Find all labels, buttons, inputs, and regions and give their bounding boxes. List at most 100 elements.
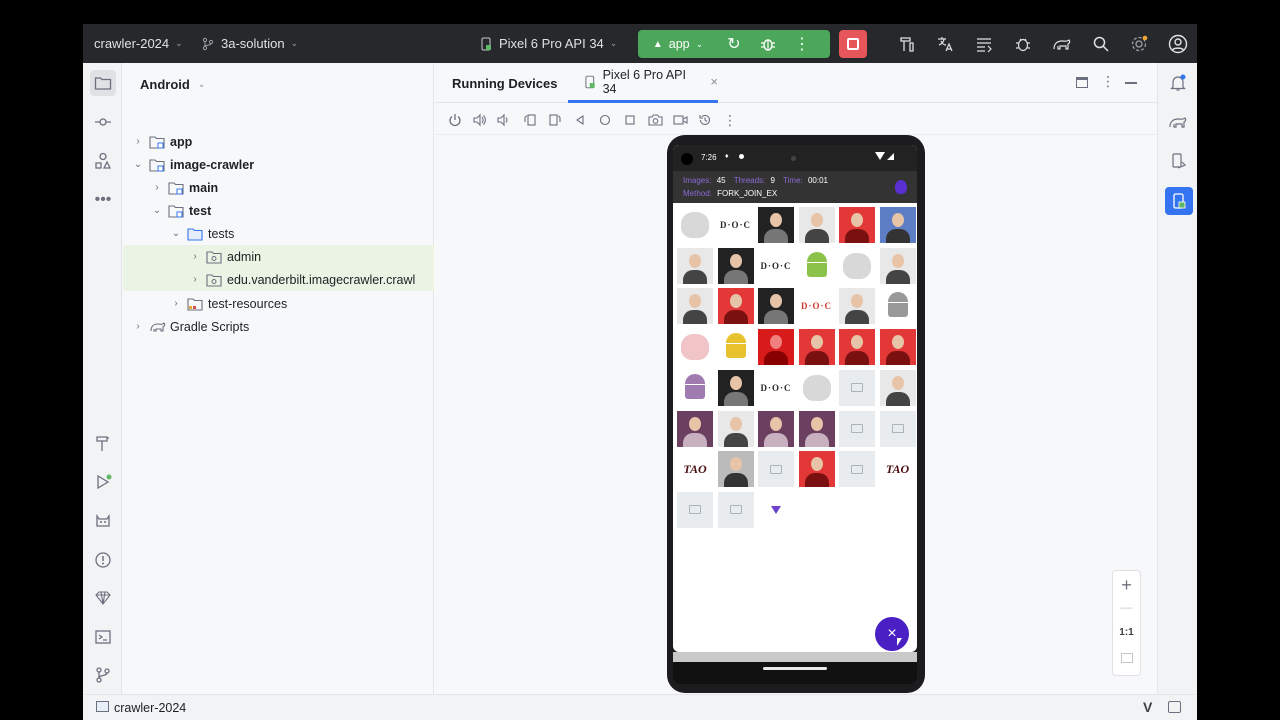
chevron-right-icon[interactable]: › (188, 251, 202, 262)
branch-selector[interactable]: 3a-solution ⌄ (201, 24, 298, 63)
layout-inspector-button[interactable] (973, 33, 995, 55)
rotate-right-button[interactable] (546, 111, 564, 129)
tree-item-tests[interactable]: ⌄ tests (123, 222, 434, 245)
gradle-elephant-icon (1053, 39, 1071, 50)
more-actions-button[interactable]: ⋮ (786, 30, 818, 58)
tab-device[interactable]: Pixel 6 Pro API 34 × (568, 63, 718, 103)
translate-button[interactable] (934, 33, 956, 55)
device-selector[interactable]: Pixel 6 Pro API 34 ⌄ (479, 24, 617, 63)
right-tool-bar (1157, 63, 1197, 694)
volume-down-button[interactable] (494, 111, 512, 129)
close-icon[interactable]: × (710, 74, 718, 89)
rotate-left-button[interactable] (521, 111, 539, 129)
chevron-right-icon[interactable]: › (131, 136, 145, 147)
tree-item-admin[interactable]: › admin (123, 245, 434, 268)
tree-item-label: tests (208, 226, 235, 241)
doc-logo-image: D·O·C (800, 301, 832, 312)
vim-icon[interactable]: V (1143, 699, 1152, 715)
maximize-button[interactable] (1076, 77, 1088, 88)
tree-item-test[interactable]: ⌄ test (123, 199, 434, 222)
home-button[interactable] (596, 111, 614, 129)
power-button[interactable] (446, 111, 464, 129)
more-tools-button[interactable]: ••• (90, 187, 116, 213)
tree-item-test-resources[interactable]: › test-resources (123, 292, 434, 315)
stop-crawl-fab[interactable]: × (875, 617, 909, 651)
status-project-name[interactable]: crawler-2024 (114, 701, 186, 715)
stop-button[interactable] (839, 30, 867, 58)
portrait-image (879, 369, 916, 406)
tree-item-gradle-scripts[interactable]: › Gradle Scripts (123, 315, 434, 338)
zoom-fit-button[interactable] (1121, 653, 1133, 663)
terminal-tool-button[interactable] (90, 624, 116, 650)
overview-button[interactable] (621, 111, 639, 129)
back-button[interactable] (571, 111, 589, 129)
build-tool-button[interactable] (90, 430, 116, 456)
chevron-down-icon[interactable]: ⌄ (150, 205, 164, 216)
chevron-right-icon[interactable]: › (169, 298, 183, 309)
chevron-right-icon[interactable]: › (150, 182, 164, 193)
crawler-stats-header: Images: 45 Threads: 9 Time: 00:01 Method… (673, 171, 917, 203)
logcat-tool-button[interactable] (90, 508, 116, 534)
snapshot-button[interactable] (696, 111, 714, 129)
device-screen[interactable]: 7:26 ♦ Images: 45 Threads: 9 Time: 00:01 (673, 145, 917, 652)
left-tool-bar: ••• (83, 63, 122, 694)
project-tool-button[interactable] (90, 70, 116, 96)
zoom-in-button[interactable]: + (1113, 575, 1140, 596)
resource-manager-button[interactable] (90, 148, 116, 174)
run-config-selector[interactable]: ▲ app ⌄ (638, 30, 718, 58)
zoom-out-button[interactable]: — (1113, 600, 1140, 614)
tree-item-label: Gradle Scripts (170, 319, 250, 334)
debug-button[interactable] (750, 30, 786, 58)
commit-tool-button[interactable] (90, 109, 116, 135)
problems-tool-button[interactable] (90, 547, 116, 573)
chevron-down-icon: ⌄ (197, 79, 206, 89)
options-menu-button[interactable]: ⋮ (1101, 73, 1115, 90)
more-device-actions-button[interactable]: ⋮ (721, 111, 739, 129)
logcat-icon (96, 513, 110, 527)
settings-button[interactable] (1128, 33, 1150, 55)
device-manager-tool-button[interactable] (1165, 148, 1191, 174)
camera-cutout (681, 153, 693, 165)
device-manager-button[interactable] (1051, 33, 1073, 55)
build-toolbar-button[interactable] (896, 33, 918, 55)
chevron-down-icon[interactable]: ⌄ (169, 228, 183, 239)
chevron-down-icon: ⌄ (695, 38, 704, 49)
search-button[interactable] (1090, 33, 1112, 55)
project-view-selector[interactable]: Android ⌄ (140, 77, 205, 92)
tree-item-app[interactable]: › app (123, 130, 434, 153)
kitten-image (677, 329, 713, 365)
screenshot-button[interactable] (646, 111, 664, 129)
images-value: 45 (716, 176, 726, 185)
tree-item-image-crawler[interactable]: ⌄ image-crawler (123, 153, 434, 176)
minimize-button[interactable] (1125, 82, 1137, 84)
threads-value: 9 (770, 176, 775, 185)
app-inspection-button[interactable] (1012, 33, 1034, 55)
volume-up-button[interactable] (470, 111, 488, 129)
notification-dot-icon (739, 154, 744, 159)
running-devices-tool-button[interactable] (1165, 187, 1193, 215)
gemini-tool-button[interactable] (90, 585, 116, 611)
navigation-bar (673, 662, 917, 684)
account-button[interactable] (1167, 33, 1189, 55)
run-tool-button[interactable] (90, 469, 116, 495)
notifications-button[interactable] (1165, 70, 1191, 96)
version-control-button[interactable] (90, 662, 116, 688)
tree-item-edu-vanderbilt-imagecrawler-crawl[interactable]: › edu.vanderbilt.imagecrawler.crawl (123, 268, 434, 291)
project-panel: Android ⌄ › app ⌄ image-crawler › main ⌄ test ⌄ t… (123, 63, 434, 694)
zoom-actual-size-button[interactable]: 1:1 (1113, 627, 1140, 638)
home-gesture-handle[interactable] (763, 667, 827, 670)
screen-record-button[interactable] (671, 111, 689, 129)
location-icon: ♦ (725, 153, 729, 160)
chevron-right-icon[interactable]: › (188, 274, 202, 285)
chevron-down-icon[interactable]: ⌄ (131, 159, 145, 170)
project-selector[interactable]: crawler-2024 ⌄ (94, 24, 183, 63)
gradle-tool-button[interactable] (1165, 109, 1191, 135)
rerun-button[interactable]: ↻ (718, 30, 750, 58)
image-placeholder-icon (839, 410, 875, 447)
ide-window: crawler-2024 ⌄ 3a-solution ⌄ Pixel 6 Pro… (83, 24, 1197, 720)
image-placeholder-icon (839, 451, 875, 488)
crawler-bug-icon[interactable] (895, 180, 907, 194)
tree-item-main[interactable]: › main (123, 176, 434, 199)
chevron-right-icon[interactable]: › (131, 321, 145, 332)
feedback-button[interactable] (1168, 701, 1181, 713)
